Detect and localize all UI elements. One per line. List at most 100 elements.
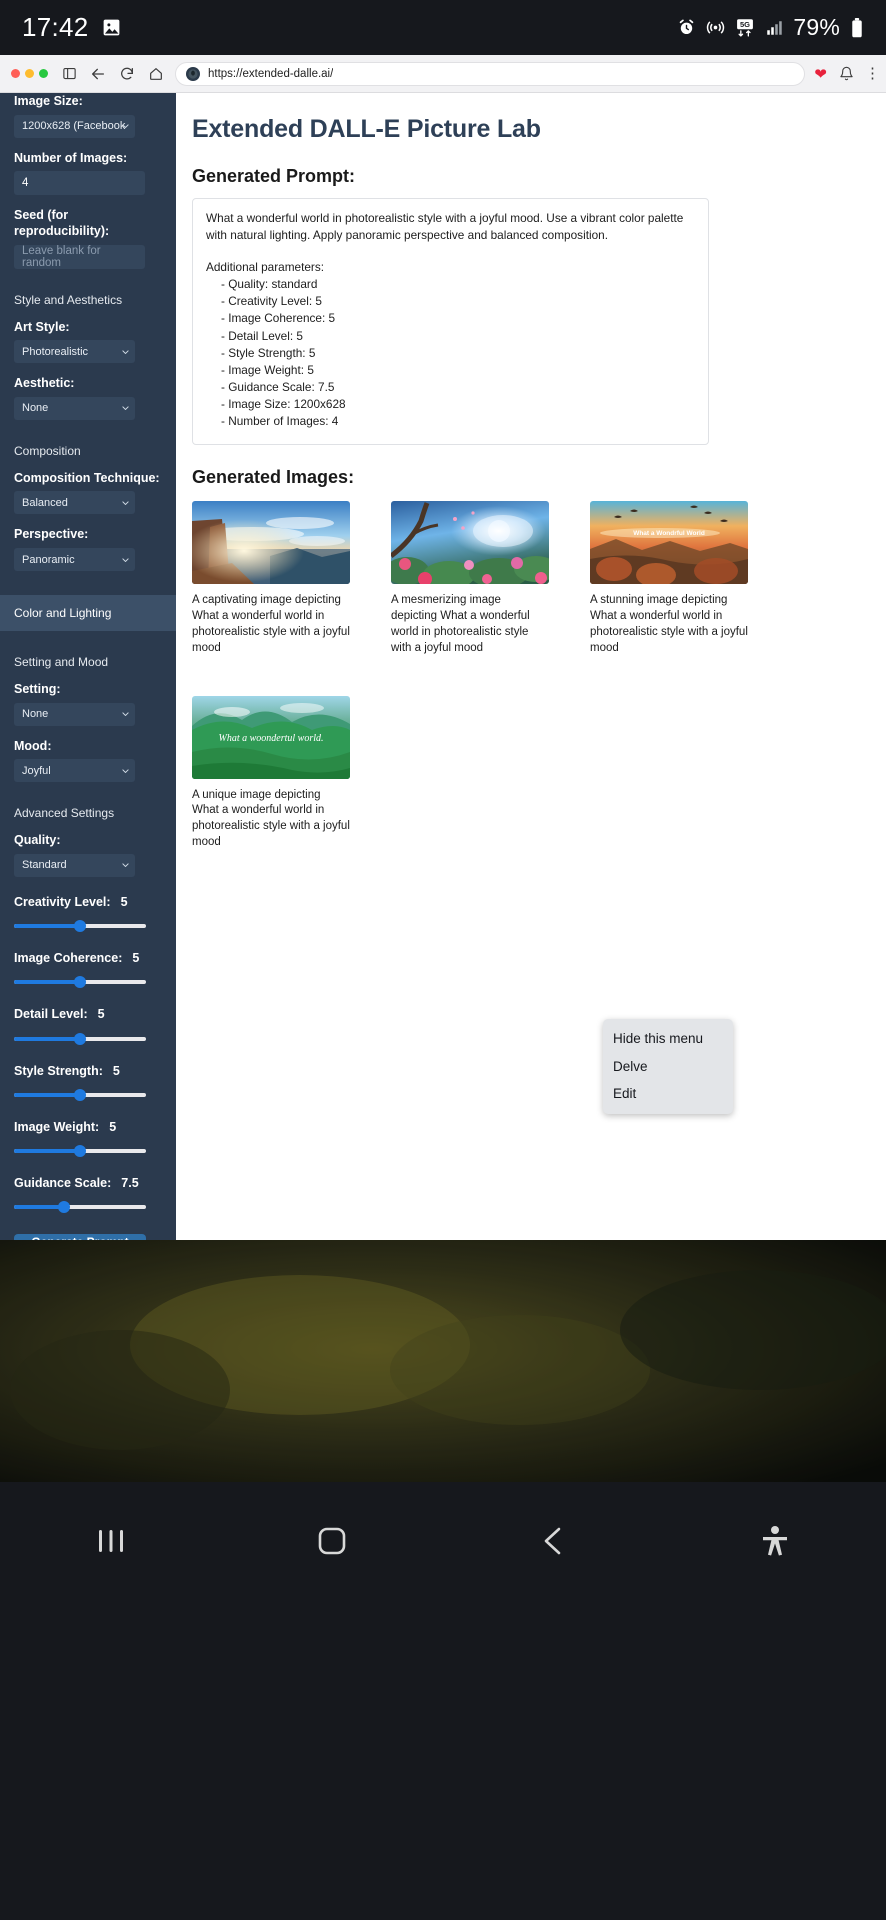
creativity-level-slider[interactable] (14, 919, 146, 933)
detail-level-slider[interactable] (14, 1032, 146, 1046)
slider-thumb[interactable] (74, 976, 86, 989)
composition-technique-select[interactable]: Balanced (14, 491, 135, 515)
image-weight-slider[interactable] (14, 1144, 146, 1158)
home-icon[interactable] (146, 64, 166, 84)
image-size-select[interactable]: 1200x628 (Facebook (14, 114, 135, 138)
image-coherence-slider[interactable] (14, 975, 146, 989)
generated-image-1[interactable] (192, 501, 350, 585)
chevron-down-icon (121, 404, 130, 413)
page-title: Extended DALL-E Picture Lab (192, 115, 541, 143)
context-menu-item-delve[interactable]: Delve (603, 1053, 733, 1081)
context-menu[interactable]: Hide this menu Delve Edit (603, 1019, 733, 1114)
chevron-down-icon (121, 710, 130, 719)
image-weight-text: Image Weight: (14, 1119, 100, 1134)
aesthetic-select[interactable]: None (14, 396, 135, 420)
prompt-param-item: - Detail Level: 5 (221, 328, 303, 343)
image-size-value: 1200x628 (Facebook (22, 120, 126, 133)
style-strength-slider[interactable] (14, 1088, 146, 1102)
window-controls[interactable] (11, 69, 48, 78)
section-style-and-aesthetics: Style and Aesthetics (14, 292, 123, 307)
image-card[interactable]: A mesmerizing image depicting What a won… (391, 501, 549, 656)
5g-icon: 5G (735, 18, 755, 38)
chevron-down-icon (121, 498, 130, 507)
image-caption: A unique image depicting What a wonderfu… (192, 788, 350, 849)
image-card[interactable]: What a woondertul world. A unique image … (192, 695, 350, 851)
slider-thumb[interactable] (74, 920, 86, 933)
recents-icon[interactable] (81, 1518, 141, 1564)
battery-percent: 79% (793, 14, 840, 40)
prompt-param-item: - Image Coherence: 5 (221, 311, 336, 326)
number-of-images-input[interactable]: 4 (14, 171, 145, 196)
address-bar[interactable]: https://extended-dalle.ai/ (175, 61, 806, 86)
back-icon[interactable] (524, 1518, 584, 1564)
detail-level-group: Detail Level: 5 (14, 1006, 162, 1045)
art-style-select[interactable]: Photorealistic (14, 340, 135, 364)
prompt-param-item: - Image Weight: 5 (221, 362, 314, 377)
image-card[interactable]: A captivating image depicting What a won… (192, 501, 350, 656)
generated-image-3[interactable]: What a Wondrful World (590, 501, 748, 585)
back-icon[interactable] (88, 64, 108, 84)
bell-icon[interactable] (836, 64, 856, 84)
slider-fill (14, 1036, 80, 1041)
maximize-window-button[interactable] (39, 69, 48, 78)
art-style-label: Art Style: (14, 319, 70, 334)
chevron-down-icon (121, 861, 130, 870)
browser-toolbar: https://extended-dalle.ai/ ❤ ⋮ (0, 55, 886, 93)
mood-value: Joyful (22, 764, 51, 777)
slider-thumb[interactable] (74, 1145, 86, 1158)
image-overlay-text: What a woondertul world. (218, 733, 323, 744)
context-menu-item-edit[interactable]: Edit (603, 1080, 733, 1108)
setting-select[interactable]: None (14, 702, 135, 726)
quality-select[interactable]: Standard (14, 853, 135, 877)
reload-icon[interactable] (117, 64, 137, 84)
composition-technique-value: Balanced (22, 496, 68, 509)
settings-sidebar: Image Size: 1200x628 (Facebook Number of… (0, 93, 176, 1240)
slider-thumb[interactable] (58, 1201, 70, 1214)
home-icon[interactable] (302, 1518, 362, 1564)
prompt-params-heading: Additional parameters: (206, 260, 325, 275)
prompt-param-item: - Guidance Scale: 7.5 (221, 379, 335, 394)
section-color-and-lighting[interactable]: Color and Lighting (0, 595, 176, 631)
guidance-scale-slider[interactable] (14, 1200, 146, 1214)
aesthetic-value: None (22, 402, 49, 415)
image-weight-value: 5 (109, 1119, 117, 1134)
accessibility-icon[interactable] (745, 1518, 805, 1564)
phone-screen: 17:42 5G 79% https://extended-dalle.ai/ … (0, 0, 886, 1920)
minimize-window-button[interactable] (25, 69, 34, 78)
home-wallpaper (0, 1240, 886, 1482)
android-status-bar: 17:42 5G 79% (0, 0, 886, 55)
sidebar-toggle-icon[interactable] (59, 64, 79, 84)
slider-thumb[interactable] (74, 1088, 86, 1101)
seed-input[interactable]: Leave blank for random (14, 244, 145, 269)
perspective-select[interactable]: Panoramic (14, 548, 135, 571)
image-overlay-text: What a Wondrful World (633, 530, 705, 537)
mood-label: Mood: (14, 738, 52, 753)
style-strength-label: Style Strength: 5 (14, 1063, 162, 1079)
section-advanced-settings: Advanced Settings (14, 806, 115, 821)
prompt-param-item: - Creativity Level: 5 (221, 294, 322, 309)
chevron-down-icon (121, 766, 130, 775)
mood-select[interactable]: Joyful (14, 759, 135, 783)
guidance-scale-value: 7.5 (121, 1176, 139, 1191)
detail-level-label: Detail Level: 5 (14, 1006, 162, 1022)
kebab-menu-icon[interactable]: ⋮ (865, 66, 880, 81)
image-card[interactable]: What a Wondrful World A stunning image d… (590, 501, 748, 656)
prompt-param-item: - Image Size: 1200x628 (221, 396, 346, 411)
signal-icon (765, 19, 783, 37)
prompt-param-item: - Style Strength: 5 (221, 345, 316, 360)
generated-prompt-box: What a wonderful world in photorealistic… (192, 198, 709, 446)
slider-fill (14, 980, 80, 985)
image-caption: A mesmerizing image depicting What a won… (391, 594, 530, 654)
image-icon (101, 17, 122, 38)
generated-image-4[interactable]: What a woondertul world. (192, 695, 350, 779)
composition-technique-label: Composition Technique: (14, 470, 160, 485)
close-window-button[interactable] (11, 69, 20, 78)
image-weight-label: Image Weight: 5 (14, 1119, 162, 1135)
generated-image-2[interactable] (391, 501, 549, 585)
image-size-label: Image Size: (14, 94, 83, 108)
main-content: Extended DALL-E Picture Lab Generated Pr… (176, 93, 886, 1240)
heart-icon[interactable]: ❤ (814, 65, 827, 83)
creativity-level-group: Creativity Level: 5 (14, 894, 162, 933)
context-menu-item-hide[interactable]: Hide this menu (603, 1025, 733, 1053)
slider-thumb[interactable] (74, 1032, 86, 1045)
